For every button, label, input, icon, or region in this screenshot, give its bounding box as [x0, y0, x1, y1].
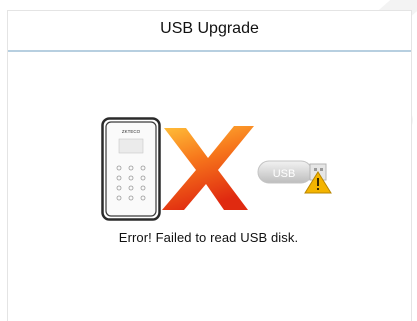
usb-label: USB	[273, 168, 296, 180]
error-message: Error! Failed to read USB disk.	[118, 230, 299, 245]
page-title: USB Upgrade	[160, 19, 259, 37]
title-bar: USB Upgrade	[8, 11, 411, 52]
usb-drive-icon: USB	[257, 160, 332, 194]
device-brand-text: ZKTECO	[122, 129, 141, 134]
error-x-icon	[162, 126, 254, 210]
terminal-device-icon: ZKTECO	[101, 117, 161, 221]
